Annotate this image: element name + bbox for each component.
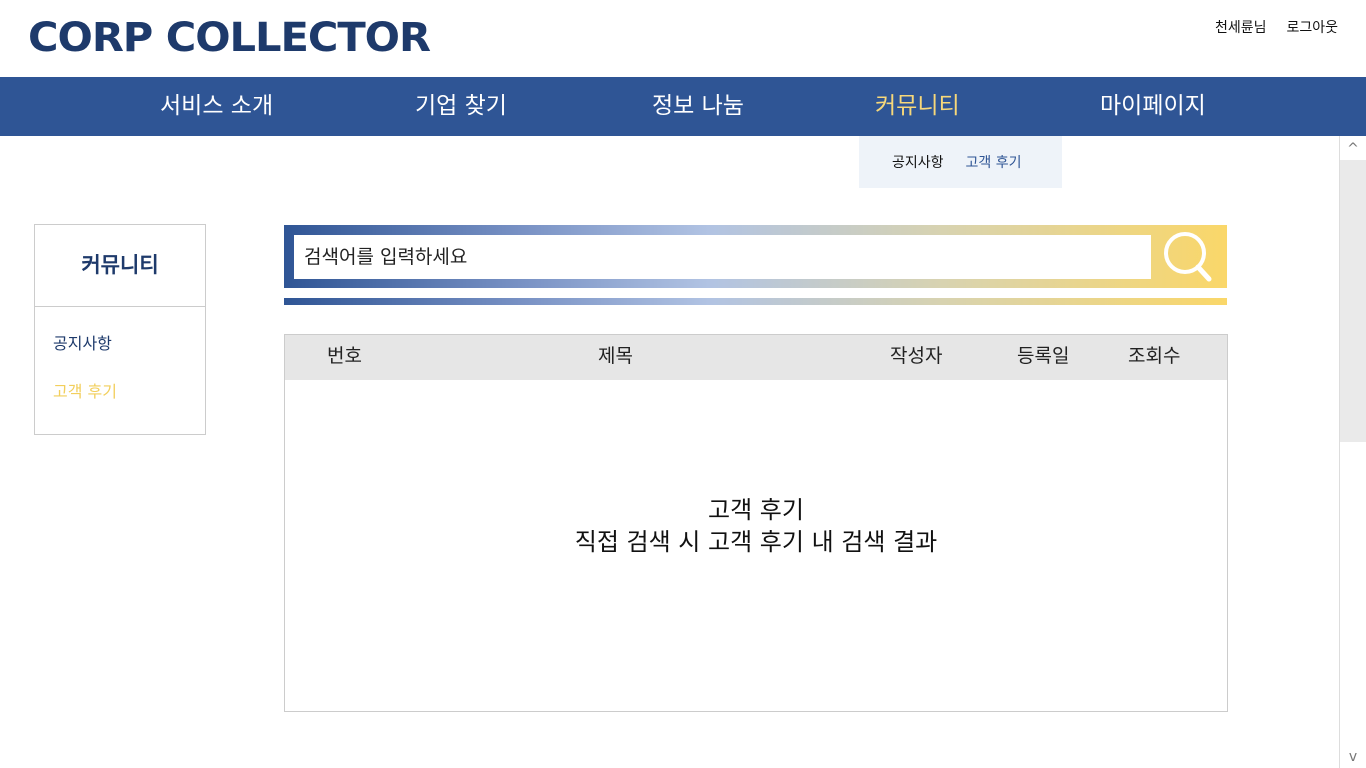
scrollbar[interactable]: ^ v xyxy=(1339,136,1366,768)
search-divider xyxy=(284,298,1227,305)
logo[interactable]: CORP COLLECTOR xyxy=(28,14,431,62)
search-bar xyxy=(284,225,1227,288)
nav-item-community[interactable]: 커뮤니티 xyxy=(875,77,960,136)
nav-item-info[interactable]: 정보 나눔 xyxy=(652,77,744,136)
user-name[interactable]: 천세륜님 xyxy=(1215,17,1267,37)
message-line-1: 고객 후기 xyxy=(708,496,804,524)
col-number: 번호 xyxy=(327,345,362,367)
col-date: 등록일 xyxy=(1017,345,1070,367)
search-button[interactable] xyxy=(1159,230,1217,284)
nav-item-find-company[interactable]: 기업 찾기 xyxy=(415,77,507,136)
search-input[interactable] xyxy=(294,235,1151,279)
col-views: 조회수 xyxy=(1128,345,1181,367)
sidebar: 커뮤니티 공지사항 고객 후기 xyxy=(34,224,206,435)
scroll-up-icon[interactable]: ^ xyxy=(1340,138,1366,160)
nav-item-mypage[interactable]: 마이페이지 xyxy=(1100,77,1206,136)
col-author: 작성자 xyxy=(890,345,943,367)
user-menu: 천세륜님 로그아웃 xyxy=(1215,17,1338,37)
main-nav: 서비스 소개 기업 찾기 정보 나눔 커뮤니티 마이페이지 xyxy=(0,77,1366,136)
table-header: 번호 제목 작성자 등록일 조회수 xyxy=(285,335,1227,380)
community-submenu: 공지사항 고객 후기 xyxy=(859,136,1062,188)
logout-link[interactable]: 로그아웃 xyxy=(1286,17,1338,37)
sidebar-item-reviews[interactable]: 고객 후기 xyxy=(53,378,117,402)
submenu-item-notice[interactable]: 공지사항 xyxy=(892,152,944,172)
table-body-message: 고객 후기 직접 검색 시 고객 후기 내 검색 결과 xyxy=(285,494,1227,558)
sidebar-title: 커뮤니티 xyxy=(35,225,205,307)
scrollbar-thumb[interactable] xyxy=(1340,160,1366,442)
submenu-item-reviews[interactable]: 고객 후기 xyxy=(966,152,1022,172)
message-line-2: 직접 검색 시 고객 후기 내 검색 결과 xyxy=(574,528,938,556)
review-board: 번호 제목 작성자 등록일 조회수 고객 후기 직접 검색 시 고객 후기 내 … xyxy=(284,334,1228,712)
nav-item-service[interactable]: 서비스 소개 xyxy=(160,77,273,136)
scroll-down-icon[interactable]: v xyxy=(1340,746,1366,768)
col-title: 제목 xyxy=(598,345,633,367)
search-icon xyxy=(1164,232,1212,282)
sidebar-item-notice[interactable]: 공지사항 xyxy=(53,330,112,354)
